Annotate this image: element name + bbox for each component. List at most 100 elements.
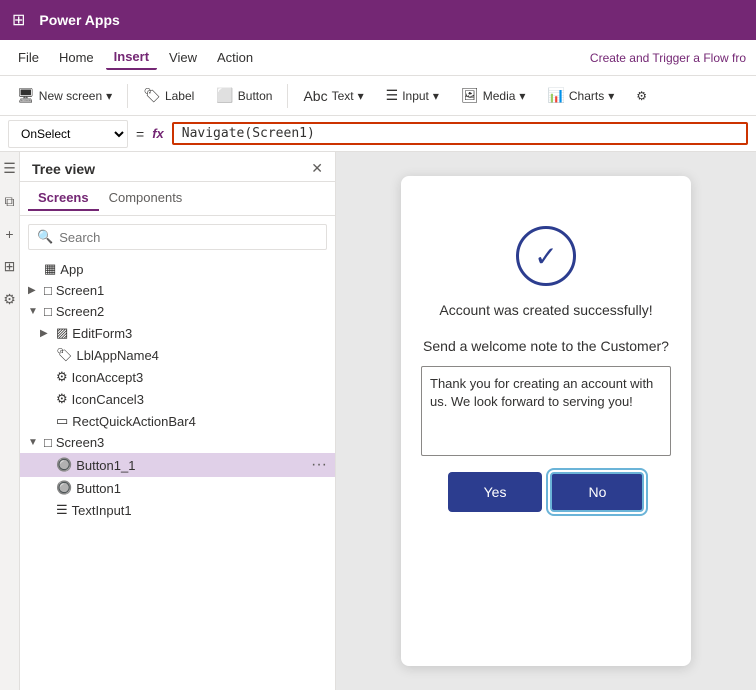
- canvas-area[interactable]: ✓ Account was created successfully! Send…: [336, 152, 756, 690]
- fx-label: fx: [152, 126, 164, 141]
- tree-item-screen3[interactable]: ▼ □ Screen3: [20, 432, 335, 453]
- iconaccept3-label: IconAccept3: [72, 370, 327, 385]
- lbl-icon: 🏷: [56, 347, 73, 363]
- formula-bar: OnSelect = fx Navigate(Screen1): [0, 116, 756, 152]
- menu-insert[interactable]: Insert: [106, 45, 157, 70]
- tree-item-screen1[interactable]: ▶ □ Screen1: [20, 280, 335, 301]
- charts-btn-text: Charts: [569, 89, 604, 103]
- chevron-screen3: ▼: [28, 437, 40, 448]
- input-chevron-icon: ▾: [433, 89, 439, 103]
- tree-view-title: Tree view: [32, 161, 95, 177]
- charts-button[interactable]: 📊 Charts ▾: [538, 82, 623, 109]
- action-buttons-row: Yes No: [421, 472, 671, 512]
- formula-input[interactable]: Navigate(Screen1): [172, 122, 748, 145]
- screen-icon: 🖥: [17, 87, 35, 104]
- no-button[interactable]: No: [550, 472, 644, 512]
- tree-item-screen2[interactable]: ▼ □ Screen2: [20, 301, 335, 322]
- screen3-label: Screen3: [56, 435, 327, 450]
- iconaccept-icon: ⚙: [56, 369, 68, 385]
- tab-components[interactable]: Components: [99, 186, 193, 211]
- tree-item-button1-1[interactable]: 🔘 Button1_1 ···: [20, 453, 335, 477]
- textinput1-icon: ☰: [56, 502, 68, 518]
- menu-bar: File Home Insert View Action Create and …: [0, 40, 756, 76]
- chevron-screen1: ▶: [28, 285, 40, 296]
- screen2-icon: □: [44, 304, 52, 319]
- tree-item-app[interactable]: ▦ App: [20, 258, 335, 280]
- search-input[interactable]: [59, 230, 318, 245]
- button-button[interactable]: ⬜ Button: [207, 82, 281, 109]
- button1-icon: 🔘: [56, 480, 72, 496]
- menu-right-text: Create and Trigger a Flow fro: [590, 51, 746, 65]
- tree-close-button[interactable]: ✕: [311, 160, 323, 177]
- new-screen-button[interactable]: 🖥 New screen ▾: [8, 82, 121, 109]
- left-sidebar: ☰ ⧉ + ⊞ ⚙: [0, 152, 20, 690]
- iconcancel-icon: ⚙: [56, 391, 68, 407]
- tree-item-textinput1[interactable]: ☰ TextInput1: [20, 499, 335, 521]
- app-title: Power Apps: [39, 12, 119, 28]
- textinput1-label: TextInput1: [72, 503, 327, 518]
- editform3-label: EditForm3: [72, 326, 327, 341]
- phone-frame: ✓ Account was created successfully! Send…: [401, 176, 691, 666]
- duplicate-icon[interactable]: ⊞: [4, 258, 16, 275]
- main-area: ☰ ⧉ + ⊞ ⚙ Tree view ✕ Screens Components…: [0, 152, 756, 690]
- search-box[interactable]: 🔍: [28, 224, 327, 250]
- tree-item-editform3[interactable]: ▶ ▨ EditForm3: [20, 322, 335, 344]
- input-icon: ☰: [386, 87, 399, 104]
- button-btn-text: Button: [238, 89, 273, 103]
- charts-icon: 📊: [547, 87, 564, 104]
- tree-item-button1[interactable]: 🔘 Button1: [20, 477, 335, 499]
- button1-1-icon: 🔘: [56, 457, 72, 473]
- menu-view[interactable]: View: [161, 46, 205, 69]
- menu-home[interactable]: Home: [51, 46, 102, 69]
- lblappname4-label: LblAppName4: [77, 348, 327, 363]
- tools-icon[interactable]: ⚙: [3, 291, 16, 308]
- tab-screens[interactable]: Screens: [28, 186, 99, 211]
- layers-icon[interactable]: ⧉: [5, 193, 15, 210]
- separator-2: [287, 84, 288, 108]
- menu-action[interactable]: Action: [209, 46, 261, 69]
- rect-icon: ▭: [56, 413, 68, 429]
- text-btn-text: Text: [332, 89, 354, 103]
- yes-button[interactable]: Yes: [448, 472, 543, 512]
- screen2-label: Screen2: [56, 304, 327, 319]
- property-selector[interactable]: OnSelect: [8, 120, 128, 148]
- more-icons-button[interactable]: ⚙: [627, 84, 656, 108]
- screen1-label: Screen1: [56, 283, 327, 298]
- rectquickactionbar4-label: RectQuickActionBar4: [72, 414, 327, 429]
- chevron-down-icon: ▾: [106, 89, 112, 103]
- media-chevron-icon: ▾: [519, 89, 525, 103]
- welcome-textarea[interactable]: Thank you for creating an account with u…: [421, 366, 671, 456]
- button1-1-label: Button1_1: [76, 458, 307, 473]
- success-text: Account was created successfully!: [439, 302, 652, 318]
- text-button[interactable]: Abc Text ▾: [294, 83, 372, 109]
- formula-value: Navigate(Screen1): [182, 126, 315, 141]
- text-chevron-icon: ▾: [358, 89, 364, 103]
- button-icon: ⬜: [216, 87, 233, 104]
- waffle-icon[interactable]: ⊞: [12, 10, 25, 30]
- tree-item-rectquickactionbar4[interactable]: ▭ RectQuickActionBar4: [20, 410, 335, 432]
- label-button[interactable]: 🏷 Label: [134, 82, 203, 109]
- toolbar: 🖥 New screen ▾ 🏷 Label ⬜ Button Abc Text…: [0, 76, 756, 116]
- check-icon: ✓: [534, 240, 557, 273]
- tree-item-iconaccept3[interactable]: ⚙ IconAccept3: [20, 366, 335, 388]
- menu-hamburger-icon[interactable]: ☰: [3, 160, 16, 177]
- menu-file[interactable]: File: [10, 46, 47, 69]
- tree-tabs: Screens Components: [20, 182, 335, 216]
- title-bar: ⊞ Power Apps: [0, 0, 756, 40]
- separator-1: [127, 84, 128, 108]
- app-icon: ▦: [44, 261, 56, 277]
- chevron-editform3: ▶: [40, 328, 52, 339]
- tree-item-lblappname4[interactable]: 🏷 LblAppName4: [20, 344, 335, 366]
- input-button[interactable]: ☰ Input ▾: [377, 82, 448, 109]
- tree-item-iconcancel3[interactable]: ⚙ IconCancel3: [20, 388, 335, 410]
- label-btn-text: Label: [165, 89, 194, 103]
- plus-icon[interactable]: +: [5, 226, 13, 242]
- screen1-icon: □: [44, 283, 52, 298]
- media-button[interactable]: 🖼 Media ▾: [452, 82, 535, 109]
- more-options-icon[interactable]: ···: [311, 456, 327, 474]
- more-icon: ⚙: [636, 89, 647, 103]
- editform3-icon: ▨: [56, 325, 68, 341]
- tree-view-panel: Tree view ✕ Screens Components 🔍 ▦ App ▶…: [20, 152, 336, 690]
- tree-content: ▦ App ▶ □ Screen1 ▼ □ Screen2 ▶ ▨ EditFo…: [20, 258, 335, 690]
- new-screen-label: New screen: [39, 89, 102, 103]
